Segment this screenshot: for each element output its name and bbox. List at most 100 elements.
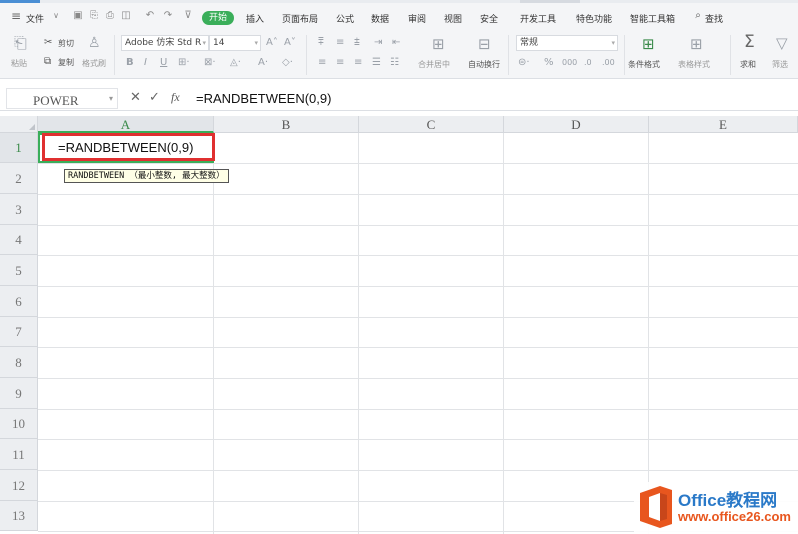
align-middle-icon[interactable]: ≡ — [336, 38, 344, 48]
align-left-icon[interactable]: ≡ — [318, 58, 326, 68]
tab-special-features[interactable]: 特色功能 — [576, 12, 612, 25]
tab-developer[interactable]: 开发工具 — [520, 12, 556, 25]
confirm-icon[interactable]: ✓ — [149, 90, 160, 105]
distributed-icon[interactable]: ☷ — [390, 58, 399, 68]
chevron-down-icon[interactable]: ▾ — [109, 94, 113, 103]
increase-font-icon[interactable]: A˄ — [266, 38, 278, 48]
row-header-7[interactable]: 7 — [0, 317, 38, 347]
increase-decimal-icon[interactable]: .0 — [584, 58, 592, 68]
filter-label[interactable]: 筛选 — [772, 59, 788, 70]
tab-insert[interactable]: 插入 — [246, 12, 264, 25]
cut-icon[interactable]: ✂ — [44, 38, 52, 48]
search-icon[interactable]: ⌕ — [692, 10, 704, 22]
copy-label[interactable]: 复制 — [58, 57, 74, 68]
row-header-1[interactable]: 1 — [0, 133, 38, 163]
tab-view[interactable]: 视图 — [444, 12, 462, 25]
paste-icon[interactable]: ⎗ — [14, 35, 27, 51]
search-label[interactable]: 查找 — [705, 12, 723, 25]
row-header-5[interactable]: 5 — [0, 255, 38, 286]
insert-function-button[interactable]: fx — [171, 90, 180, 105]
preview-icon[interactable]: ◫ — [120, 10, 132, 22]
undo-icon[interactable]: ↶ — [144, 10, 156, 22]
align-top-icon[interactable]: ⩱ — [318, 38, 324, 48]
tab-smart-toolbox[interactable]: 智能工具箱 — [630, 12, 675, 25]
row-header-3[interactable]: 3 — [0, 194, 38, 225]
font-size-select[interactable]: 14 ▾ — [209, 35, 261, 51]
align-center-icon[interactable]: ≡ — [336, 58, 344, 68]
percent-icon[interactable]: % — [544, 58, 554, 68]
formula-input[interactable]: =RANDBETWEEN(0,9) — [190, 89, 790, 108]
cell-style-icon[interactable]: ⊠· — [204, 58, 216, 68]
justify-icon[interactable]: ☰ — [372, 58, 381, 68]
format-painter-icon[interactable]: ♙ — [88, 36, 101, 50]
tab-home[interactable]: 开始 — [202, 11, 234, 25]
indent-increase-icon[interactable]: ⇥ — [374, 38, 382, 48]
decrease-font-icon[interactable]: A˅ — [284, 38, 296, 48]
align-right-icon[interactable]: ≡ — [354, 58, 362, 68]
tab-formulas[interactable]: 公式 — [336, 12, 354, 25]
hamburger-icon[interactable]: ≡ — [10, 10, 22, 22]
underline-icon[interactable]: U — [160, 58, 167, 68]
redo-icon[interactable]: ↷ — [162, 10, 174, 22]
conditional-format-icon[interactable]: ⊞ — [642, 37, 655, 52]
column-header-c[interactable]: C — [359, 116, 504, 133]
indent-decrease-icon[interactable]: ⇤ — [392, 38, 400, 48]
number-format-select[interactable]: 常规 ▾ — [516, 35, 618, 51]
table-style-icon[interactable]: ⊞ — [690, 37, 703, 52]
tab-review[interactable]: 审阅 — [408, 12, 426, 25]
row-header-8[interactable]: 8 — [0, 347, 38, 378]
clear-format-icon[interactable]: ◇· — [282, 58, 293, 68]
decrease-decimal-icon[interactable]: .00 — [602, 58, 615, 68]
fill-color-icon[interactable]: ◬· — [230, 58, 241, 68]
currency-icon[interactable]: ⊜· — [518, 58, 530, 68]
merge-center-icon[interactable]: ⊞ — [432, 37, 445, 52]
customize-icon[interactable]: ⊽ — [182, 10, 194, 22]
font-name-select[interactable]: Adobe 仿宋 Std R ▾ — [121, 35, 209, 51]
row-header-4[interactable]: 4 — [0, 225, 38, 255]
filter-icon[interactable]: ▽ — [776, 36, 788, 51]
row-header-9[interactable]: 9 — [0, 378, 38, 409]
border-icon[interactable]: ⊞· — [178, 58, 190, 68]
tab-page-layout[interactable]: 页面布局 — [282, 12, 318, 25]
sum-label[interactable]: 求和 — [740, 59, 756, 70]
paste-label[interactable]: 粘贴 — [11, 58, 27, 69]
wrap-text-label[interactable]: 自动换行 — [468, 59, 500, 70]
table-style-label[interactable]: 表格样式 — [678, 59, 710, 70]
tab-data[interactable]: 数据 — [371, 12, 389, 25]
merge-center-label[interactable]: 合并居中 — [418, 59, 450, 70]
row-header-6[interactable]: 6 — [0, 286, 38, 317]
copy-icon[interactable]: ⧉ — [44, 57, 51, 67]
row-header-12[interactable]: 12 — [0, 470, 38, 501]
ribbon-toolbar: ⎗ 粘贴 ✂ 剪切 ♙ ⧉ 复制 格式刷 Adobe 仿宋 Std R ▾ 14… — [0, 31, 798, 79]
italic-icon[interactable]: I — [144, 58, 147, 68]
name-box[interactable]: POWER ▾ — [6, 88, 118, 109]
column-header-a[interactable]: A — [38, 116, 214, 133]
thousands-icon[interactable]: 000 — [562, 58, 577, 68]
column-header-d[interactable]: D — [504, 116, 649, 133]
tab-security[interactable]: 安全 — [480, 12, 498, 25]
column-header-b[interactable]: B — [214, 116, 359, 133]
menu-file[interactable]: 文件 — [26, 12, 44, 25]
ribbon-separator — [114, 35, 115, 75]
format-painter-label[interactable]: 格式刷 — [82, 58, 106, 69]
sum-icon[interactable]: Σ — [744, 34, 755, 51]
conditional-format-label[interactable]: 条件格式 — [628, 59, 660, 70]
export-icon[interactable]: ⎘ — [88, 10, 100, 22]
row-header-11[interactable]: 11 — [0, 439, 38, 470]
cancel-icon[interactable]: ✕ — [130, 90, 141, 105]
column-header-e[interactable]: E — [649, 116, 798, 133]
row-header-13[interactable]: 13 — [0, 501, 38, 531]
save-icon[interactable]: ▣ — [72, 10, 84, 22]
print-icon[interactable]: ⎙ — [104, 10, 116, 22]
font-color-icon[interactable]: A· — [258, 58, 268, 68]
select-all-corner[interactable] — [0, 116, 38, 133]
align-bottom-icon[interactable]: ⩲ — [354, 38, 360, 48]
chevron-down-icon: ▾ — [202, 39, 206, 47]
row-header-2[interactable]: 2 — [0, 163, 38, 194]
bold-icon[interactable]: B — [126, 58, 134, 68]
row-header-10[interactable]: 10 — [0, 409, 38, 439]
cut-label[interactable]: 剪切 — [58, 38, 74, 49]
chevron-down-icon[interactable]: ∨ — [50, 10, 62, 22]
gridline — [38, 286, 798, 287]
wrap-text-icon[interactable]: ⊟ — [478, 37, 491, 52]
